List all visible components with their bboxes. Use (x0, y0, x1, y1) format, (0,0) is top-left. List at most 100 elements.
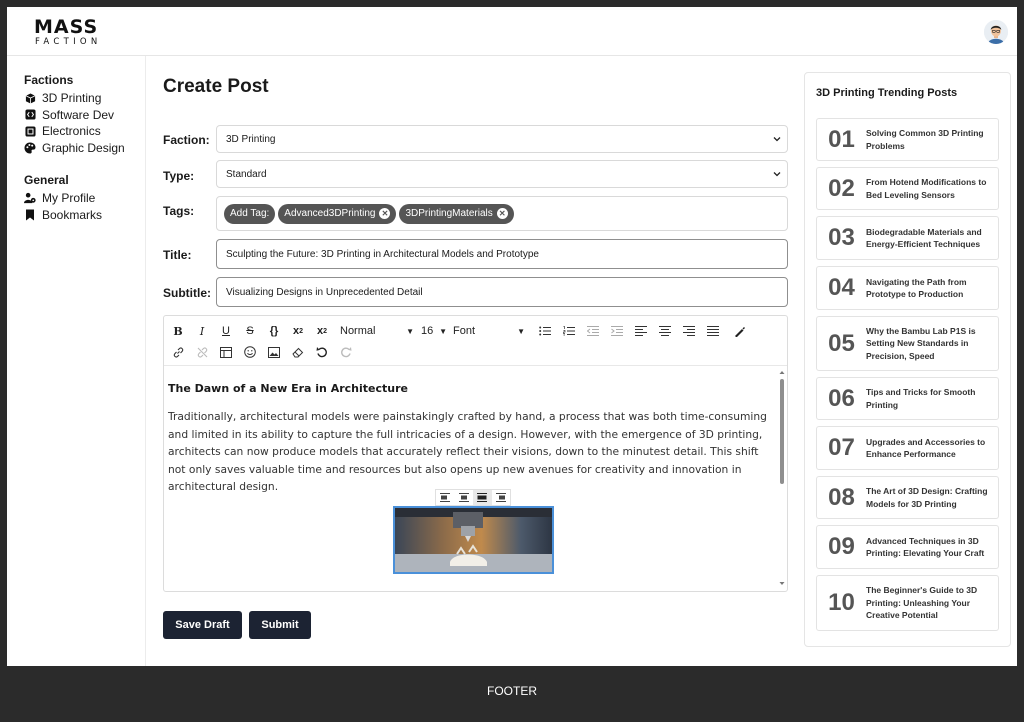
type-select[interactable]: Standard (216, 160, 788, 188)
undo-icon[interactable] (314, 344, 330, 360)
tag-chip[interactable]: 3DPrintingMaterials ✕ (399, 203, 514, 224)
bookmark-icon (24, 209, 36, 221)
trending-number: 04 (828, 274, 855, 301)
bold-icon[interactable]: B (170, 323, 186, 339)
trending-title: Biodegradable Materials and Energy-Effic… (866, 226, 982, 250)
superscript-icon[interactable]: x2 (290, 323, 306, 339)
tag-chip[interactable]: Advanced3DPrinting ✕ (278, 203, 397, 224)
close-icon[interactable]: ✕ (496, 208, 508, 219)
subscript-icon[interactable]: x2 (314, 323, 330, 339)
trending-item[interactable]: 09 Advanced Techniques in 3D Printing: E… (816, 525, 999, 569)
bullet-list-icon[interactable] (537, 323, 553, 339)
font-family-value: Font (453, 325, 476, 337)
tag-chip-label: 3DPrintingMaterials (405, 208, 493, 219)
code-block-icon[interactable]: {} (266, 323, 282, 339)
trending-title: Upgrades and Accessories to Enhance Perf… (866, 436, 986, 460)
trending-item[interactable]: 04 Navigating the Path from Prototype to… (816, 266, 999, 310)
indent-increase-icon[interactable] (609, 323, 625, 339)
cube-icon (24, 92, 36, 104)
strikethrough-icon[interactable]: S (242, 323, 258, 339)
tags-field: Add Tag: Advanced3DPrinting ✕ 3DPrinting… (216, 196, 788, 231)
trending-title: The Beginner's Guide to 3D Printing: Unl… (866, 585, 978, 621)
trending-number: 07 (828, 434, 855, 461)
logo[interactable]: MASS FACTION (34, 18, 124, 48)
chevron-down-icon (773, 172, 781, 177)
sidebar-item-label: 3D Printing (42, 91, 102, 106)
editor-scrollbar[interactable] (777, 368, 787, 590)
italic-icon[interactable]: I (194, 323, 210, 339)
sidebar-heading-general: General (24, 173, 69, 187)
trending-item[interactable]: 08 The Art of 3D Design: Crafting Models… (816, 476, 999, 519)
sidebar-item-my-profile[interactable]: My Profile (24, 190, 145, 207)
trending-item[interactable]: 06 Tips and Tricks for Smooth Printing (816, 377, 999, 420)
faction-select-value: 3D Printing (226, 133, 276, 145)
format-select-value: Normal (340, 325, 376, 337)
sidebar-item-label: Graphic Design (42, 140, 125, 155)
faction-select[interactable]: 3D Printing (216, 125, 788, 153)
format-select[interactable]: Normal ▼ (340, 323, 414, 339)
code-icon (24, 109, 36, 121)
image-align-center-icon[interactable] (455, 490, 474, 505)
top-navbar: MASS FACTION (7, 7, 1017, 56)
unlink-icon[interactable] (194, 344, 210, 360)
trending-title: Navigating the Path from Prototype to Pr… (866, 276, 967, 300)
link-icon[interactable] (170, 344, 186, 360)
trending-item[interactable]: 02 From Hotend Modifications to Bed Leve… (816, 167, 999, 210)
image-align-full-icon[interactable] (473, 490, 492, 505)
sidebar-item-software-dev[interactable]: Software Dev (24, 107, 145, 124)
align-left-icon[interactable] (633, 323, 649, 339)
subtitle-label: Subtitle: (163, 286, 211, 300)
caret-down-icon: ▼ (406, 326, 414, 336)
caret-down-icon: ▼ (439, 326, 447, 336)
insert-table-icon[interactable] (218, 344, 234, 360)
trending-item[interactable]: 01 Solving Common 3D Printing Problems (816, 118, 999, 161)
font-size-select[interactable]: 16 ▼ (421, 323, 447, 339)
sidebar: Factions 3D Printing Software Dev Electr… (7, 56, 146, 666)
image-align-left-icon[interactable] (436, 490, 455, 505)
trending-number: 06 (828, 384, 855, 412)
sidebar-item-graphic-design[interactable]: Graphic Design (24, 140, 145, 157)
rich-text-editor: B I U S {} x2 x2 Normal ▼ 16 ▼ Font ▼ Th… (163, 315, 788, 592)
sidebar-item-3d-printing[interactable]: 3D Printing (24, 90, 145, 107)
trending-item[interactable]: 05 Why the Bambu Lab P1S is Setting New … (816, 316, 999, 371)
submit-button[interactable]: Submit (249, 611, 311, 639)
eraser-icon[interactable] (290, 344, 306, 360)
close-icon[interactable]: ✕ (379, 208, 391, 219)
editor-content[interactable]: The Dawn of a New Era in Architecture Tr… (164, 366, 776, 591)
insert-image-icon[interactable] (266, 344, 282, 360)
sidebar-item-label: Electronics (42, 124, 101, 139)
app-window: MASS FACTION Factions 3D Printing Softwa… (7, 7, 1017, 715)
align-justify-icon[interactable] (705, 323, 721, 339)
embedded-printer-image[interactable] (393, 506, 554, 574)
avatar[interactable] (984, 20, 1008, 44)
indent-decrease-icon[interactable] (585, 323, 601, 339)
type-select-value: Standard (226, 168, 267, 180)
content-paragraph: Traditionally, architectural models were… (168, 410, 767, 493)
create-post-form: Create Post Faction: 3D Printing Type: S… (146, 56, 797, 666)
trending-item[interactable]: 10 The Beginner's Guide to 3D Printing: … (816, 575, 999, 631)
align-center-icon[interactable] (657, 323, 673, 339)
footer: FOOTER (7, 666, 1017, 715)
underline-icon[interactable]: U (218, 323, 234, 339)
sidebar-heading-factions: Factions (24, 73, 74, 87)
font-family-select[interactable]: Font ▼ (453, 323, 525, 339)
chip-icon (24, 125, 36, 137)
align-right-icon[interactable] (681, 323, 697, 339)
trending-title: Tips and Tricks for Smooth Printing (866, 387, 976, 410)
text-color-icon[interactable] (731, 323, 747, 339)
title-input[interactable]: Sculpting the Future: 3D Printing in Arc… (216, 239, 788, 269)
image-align-right-icon[interactable] (492, 490, 511, 505)
emoji-icon[interactable] (242, 344, 258, 360)
redo-icon[interactable] (338, 344, 354, 360)
editor-toolbar: B I U S {} x2 x2 Normal ▼ 16 ▼ Font ▼ (164, 316, 787, 366)
sidebar-item-bookmarks[interactable]: Bookmarks (24, 207, 145, 224)
save-draft-button[interactable]: Save Draft (163, 611, 242, 639)
subtitle-input[interactable]: Visualizing Designs in Unprecedented Det… (216, 277, 788, 307)
add-tag-button[interactable]: Add Tag: (224, 203, 276, 224)
trending-item[interactable]: 03 Biodegradable Materials and Energy-Ef… (816, 216, 999, 260)
sidebar-item-electronics[interactable]: Electronics (24, 123, 145, 140)
trending-number: 03 (828, 224, 855, 251)
trending-item[interactable]: 07 Upgrades and Accessories to Enhance P… (816, 426, 999, 470)
content-heading: The Dawn of a New Era in Architecture (168, 382, 408, 395)
numbered-list-icon[interactable] (561, 323, 577, 339)
